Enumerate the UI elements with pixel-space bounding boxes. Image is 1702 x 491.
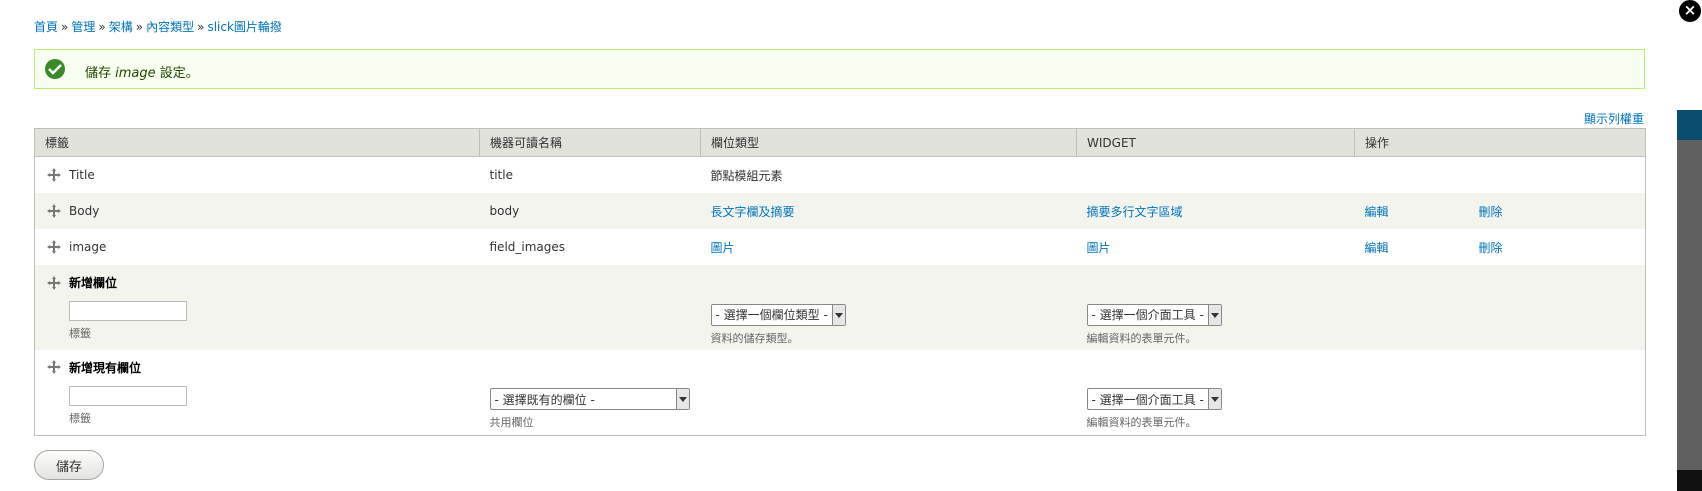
table-row: image field_images 圖片 圖片 編輯 刪除 — [34, 229, 1646, 265]
widget-link[interactable]: 圖片 — [1087, 241, 1111, 255]
breadcrumb-content-types[interactable]: 內容類型 — [146, 20, 194, 34]
drag-handle-icon[interactable] — [47, 275, 61, 290]
drag-handle-icon[interactable] — [47, 240, 61, 255]
chevron-down-icon — [1207, 304, 1221, 325]
new-field-title: 新增欄位 — [69, 276, 118, 290]
field-type-link[interactable]: 長文字欄及摘要 — [711, 205, 795, 219]
machine-name: field_images — [489, 240, 566, 254]
existing-field-row: 新增現有欄位 標籤 - 選擇既有的欄位 - 共用欄位 - 選擇一個介面工具 - … — [34, 350, 1646, 435]
header-widget: WIDGET — [1076, 128, 1355, 157]
drag-handle-icon[interactable] — [47, 360, 61, 375]
checkmark-icon — [45, 59, 65, 79]
machine-name: body — [489, 204, 520, 218]
delete-link[interactable]: 刪除 — [1479, 241, 1503, 255]
chevron-down-icon — [1207, 389, 1221, 410]
chevron-down-icon — [675, 389, 689, 410]
machine-name: title — [489, 168, 513, 182]
background-strip — [1677, 0, 1702, 491]
header-field-type: 欄位類型 — [700, 128, 1077, 157]
table-row: Title title 節點模組元素 — [34, 156, 1646, 194]
existing-field-widget-select[interactable]: - 選擇一個介面工具 - — [1086, 388, 1222, 411]
new-field-label-input[interactable] — [69, 301, 187, 321]
field-type-desc: 資料的儲存類型。 — [710, 331, 799, 345]
drag-handle-icon[interactable] — [47, 168, 61, 183]
close-icon[interactable]: × — [1677, 0, 1702, 24]
breadcrumb-structure[interactable]: 架構 — [109, 20, 133, 34]
status-message-text: 儲存 image 設定。 — [85, 66, 199, 81]
delete-link[interactable]: 刪除 — [1479, 205, 1503, 219]
new-field-widget-select[interactable]: - 選擇一個介面工具 - — [1086, 303, 1222, 326]
widget-type — [1077, 157, 1355, 194]
field-label: image — [69, 240, 107, 255]
new-field-label-desc: 標籤 — [69, 327, 91, 340]
table-row: Body body 長文字欄及摘要 摘要多行文字區域 編輯 刪除 — [34, 193, 1646, 229]
overlay-dialog: 首頁» 管理» 架構» 內容類型» slick圖片輪撥 儲存 image 設定。 顯示列… — [0, 0, 1677, 491]
new-field-widget-desc: 編輯資料的表單元件。 — [1086, 331, 1197, 345]
field-type-select[interactable]: - 選擇一個欄位類型 - — [710, 303, 846, 326]
header-operations: 操作 — [1354, 128, 1646, 157]
edit-link[interactable]: 編輯 — [1365, 203, 1479, 220]
status-message: 儲存 image 設定。 — [34, 49, 1645, 89]
new-field-row: 新增欄位 標籤 - 選擇一個欄位類型 - 資料的儲存類型。 - 選擇一個介面工具… — [34, 265, 1646, 350]
breadcrumb-slick[interactable]: slick圖片輪撥 — [207, 20, 281, 34]
field-type-link[interactable]: 圖片 — [711, 241, 735, 255]
field-type: 節點模組元素 — [710, 168, 783, 183]
existing-field-title: 新增現有欄位 — [69, 360, 142, 375]
header-machine-name: 機器可讀名稱 — [479, 128, 701, 157]
existing-field-label-input[interactable] — [69, 385, 187, 406]
edit-link[interactable]: 編輯 — [1365, 239, 1479, 256]
widget-link[interactable]: 摘要多行文字區域 — [1087, 205, 1183, 219]
chevron-down-icon — [831, 304, 845, 325]
operations — [1355, 157, 1646, 194]
operations: 編輯 刪除 — [1355, 229, 1646, 265]
breadcrumb: 首頁» 管理» 架構» 內容類型» slick圖片輪撥 — [34, 20, 282, 34]
drag-handle-icon[interactable] — [47, 204, 61, 219]
field-label: Title — [69, 168, 95, 183]
existing-field-widget-desc: 編輯資料的表單元件。 — [1086, 416, 1197, 430]
fields-table: 標籤 機器可讀名稱 欄位類型 WIDGET 操作 Title title 節點模… — [34, 128, 1646, 436]
breadcrumb-home[interactable]: 首頁 — [34, 20, 58, 34]
breadcrumb-admin[interactable]: 管理 — [71, 20, 95, 34]
show-row-weights-link[interactable]: 顯示列權重 — [1584, 110, 1644, 127]
existing-field-label-desc: 標籤 — [69, 411, 91, 425]
existing-field-desc: 共用欄位 — [489, 416, 534, 430]
field-label: Body — [69, 204, 100, 219]
save-button[interactable]: 儲存 — [34, 450, 104, 480]
existing-field-select[interactable]: - 選擇既有的欄位 - — [489, 388, 690, 411]
operations: 編輯 刪除 — [1355, 193, 1646, 229]
header-label: 標籤 — [34, 128, 480, 157]
